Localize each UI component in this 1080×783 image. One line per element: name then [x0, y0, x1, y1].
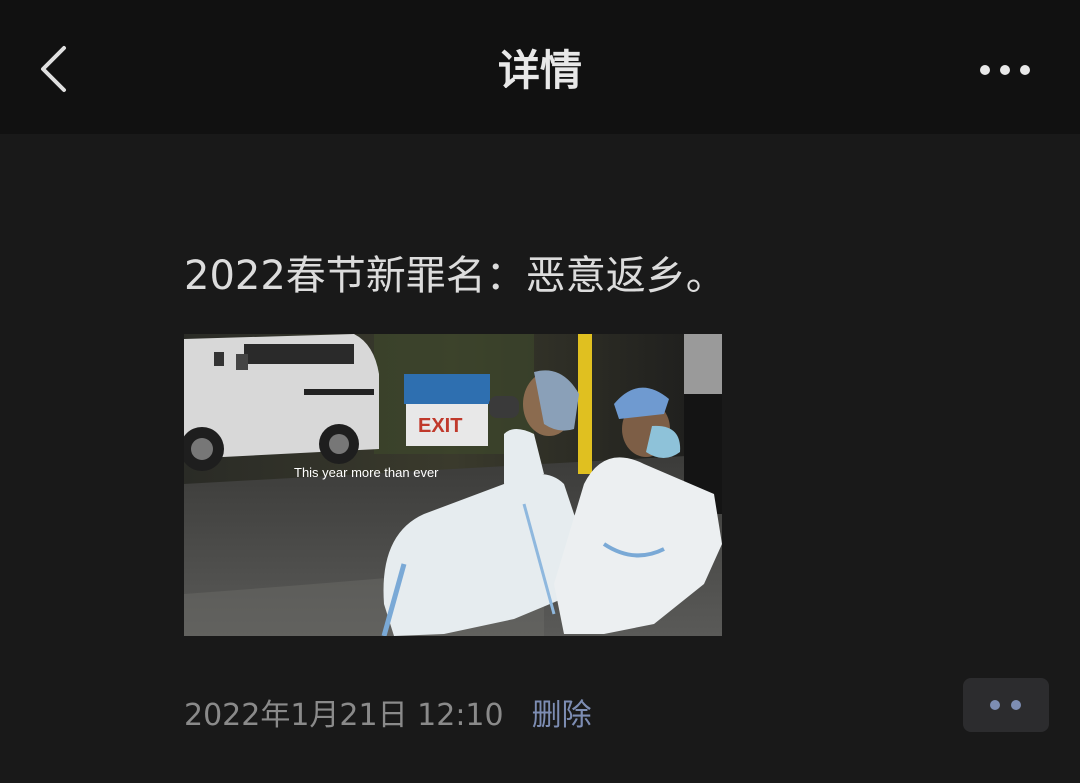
top-bar: 详情: [0, 0, 1080, 134]
post-meta: 2022年1月21日 12:10 删除: [184, 690, 592, 734]
post-text: 2022春节新罪名：恶意返乡。: [184, 253, 726, 299]
comment-button[interactable]: [963, 678, 1049, 732]
post-timestamp: 2022年1月21日 12:10: [184, 698, 504, 733]
post-detail: 2022春节新罪名：恶意返乡。 EXIT This year more than…: [0, 134, 1080, 783]
delete-button[interactable]: 删除: [532, 690, 592, 734]
more-options-button[interactable]: [972, 50, 1038, 90]
image-caption: This year more than ever: [294, 465, 439, 480]
post-image[interactable]: EXIT This year more than ever: [184, 334, 722, 636]
more-horizontal-icon: [972, 50, 1038, 90]
comment-dots-icon: [963, 678, 1049, 732]
exit-sign-text: EXIT: [418, 415, 462, 437]
page-title: 详情: [497, 46, 582, 95]
